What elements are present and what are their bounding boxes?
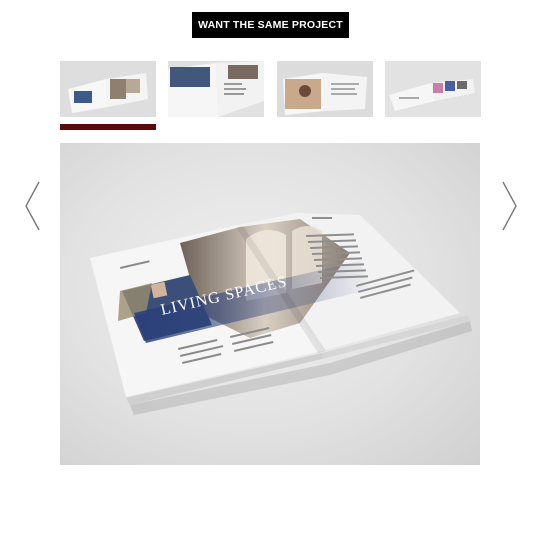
chevron-left-icon: [25, 181, 40, 231]
thumbnail-4[interactable]: [385, 61, 481, 117]
thumbnail-strip: [60, 61, 481, 131]
active-thumbnail-indicator: [60, 124, 156, 130]
thumbnail-2[interactable]: [168, 61, 264, 117]
previous-slide-button[interactable]: [21, 180, 45, 232]
thumbnail-1[interactable]: [60, 61, 156, 117]
thumbnail-3[interactable]: [277, 61, 373, 117]
next-slide-button[interactable]: [497, 180, 521, 232]
chevron-right-icon: [502, 181, 517, 231]
want-same-project-button[interactable]: WANT THE SAME PROJECT: [192, 12, 349, 38]
magazine-spread-illustration: LIVING SPACES: [90, 213, 472, 415]
main-slide-image: LIVING SPACES: [60, 143, 480, 465]
